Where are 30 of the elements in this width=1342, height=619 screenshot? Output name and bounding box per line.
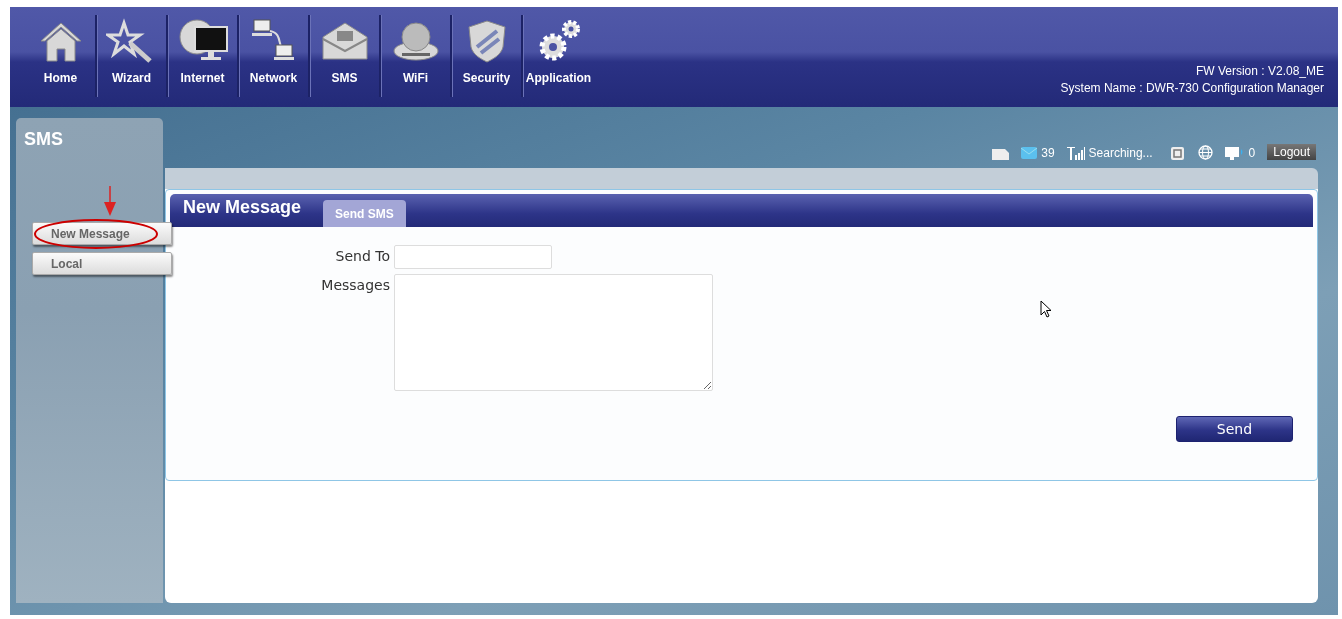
sidebar-title: SMS bbox=[23, 128, 64, 151]
nav-item[interactable]: Wizard bbox=[97, 15, 168, 97]
sidebar-item[interactable]: New Message bbox=[32, 222, 172, 245]
nav-item[interactable]: Network bbox=[239, 15, 310, 97]
logout-button[interactable]: Logout bbox=[1267, 144, 1316, 160]
send-button[interactable]: Send bbox=[1176, 416, 1293, 442]
nav-item[interactable]: Internet bbox=[168, 15, 239, 97]
cursor-icon bbox=[1040, 300, 1052, 318]
globe-icon bbox=[1197, 145, 1213, 160]
signal-status: Searching... bbox=[1088, 146, 1153, 160]
header-info-text: System Name : DWR-730 Configuration Manager bbox=[1060, 80, 1324, 97]
message-field[interactable] bbox=[394, 274, 713, 391]
nav-item[interactable]: WiFi bbox=[381, 15, 452, 97]
mail-icon bbox=[1021, 147, 1038, 159]
client-count: 0 bbox=[1248, 146, 1256, 160]
recipient-field[interactable] bbox=[394, 245, 552, 269]
signal-icon bbox=[1066, 146, 1085, 160]
field-label: Messages bbox=[321, 276, 390, 293]
card-title: New Message bbox=[182, 197, 303, 219]
header-info-text: FW Version : V2.08_ME bbox=[1195, 63, 1324, 80]
sidebar-item[interactable]: Local bbox=[32, 252, 172, 275]
field-label: Send To bbox=[335, 247, 390, 264]
nav-item[interactable]: SMS bbox=[310, 15, 381, 97]
nav-item[interactable]: Application bbox=[523, 15, 594, 97]
nav-item[interactable]: Security bbox=[452, 15, 523, 97]
monitor-icon bbox=[176, 17, 229, 63]
nav-item[interactable]: Home bbox=[26, 15, 97, 97]
sim-card-icon bbox=[992, 149, 1010, 160]
monitor-icon bbox=[1224, 146, 1245, 160]
sms-count: 39 bbox=[1041, 146, 1055, 160]
